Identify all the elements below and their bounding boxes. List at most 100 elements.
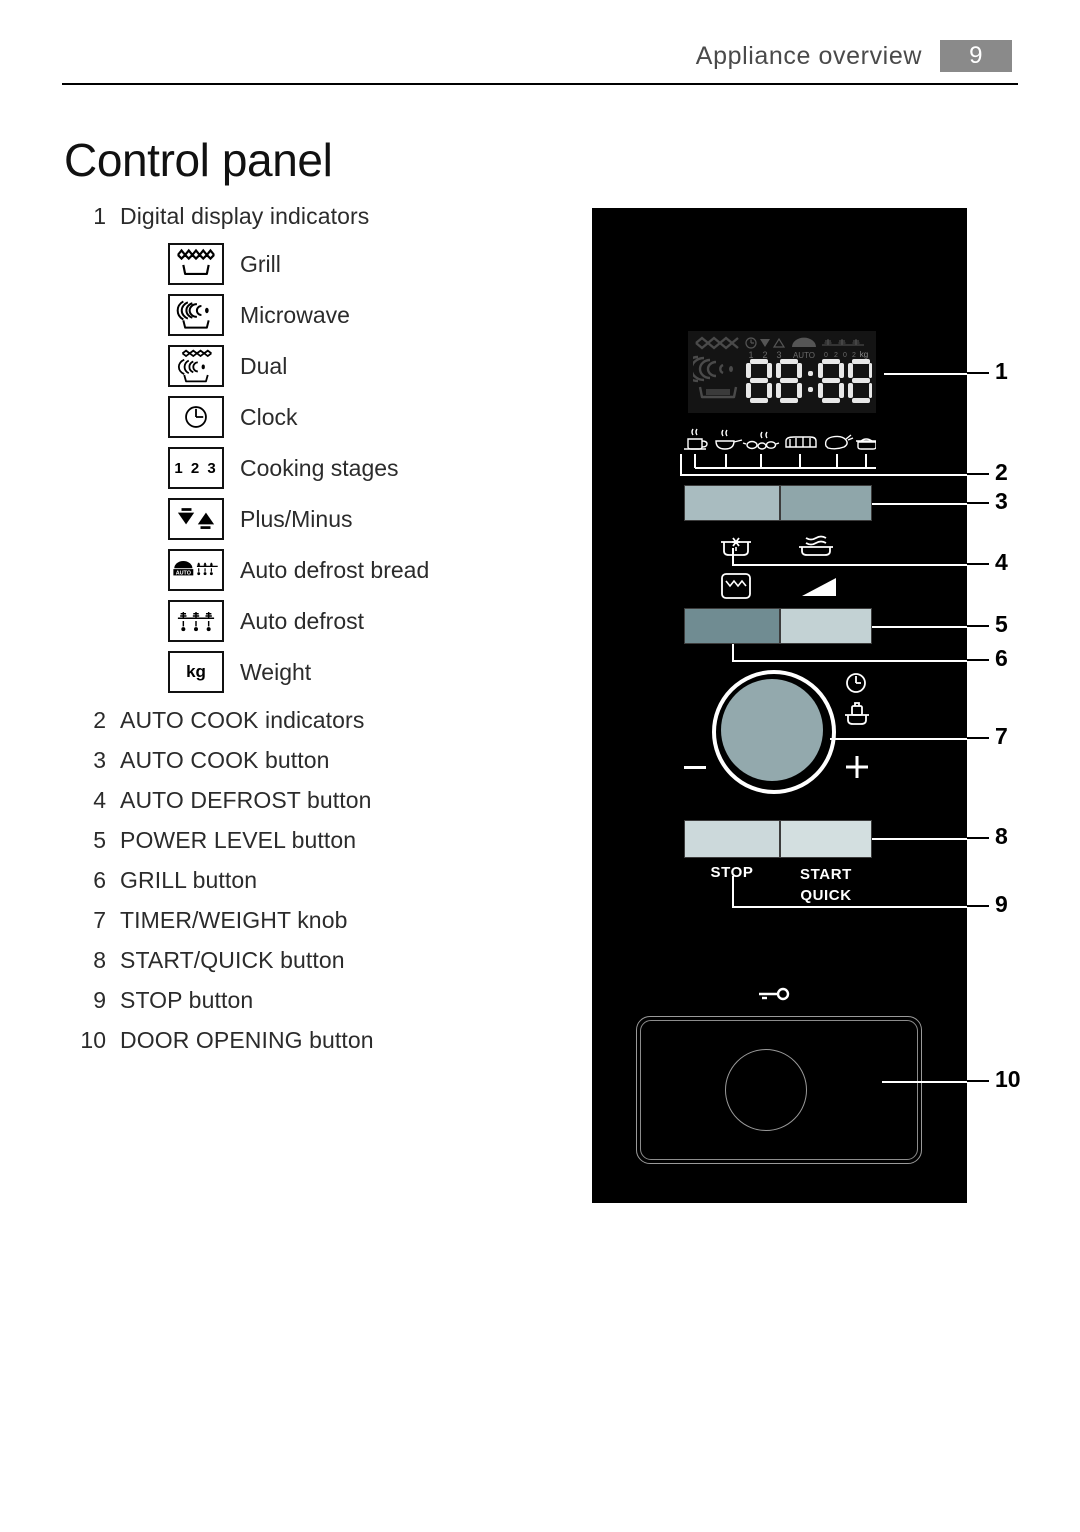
- header-divider: [62, 83, 1018, 85]
- list-item-label: AUTO COOK button: [120, 747, 330, 773]
- callout-leader-5: [872, 626, 967, 628]
- callout-number-10: 10: [995, 1066, 1021, 1092]
- list-item-label: Digital display indicators: [120, 203, 370, 229]
- list-item-label: AUTO DEFROST button: [120, 787, 372, 813]
- control-panel-illustration: 1 2 3 AUTO 0 2 0 2 kg STOP START QUICK: [592, 208, 967, 1203]
- callout-number-7: 7: [995, 723, 1008, 749]
- callout-number-4: 4: [995, 549, 1008, 575]
- digital-display: 1 2 3 AUTO 0 2 0 2 kg: [682, 331, 876, 413]
- callout-leader-2: [680, 474, 967, 476]
- cooking-stages-icon: 1 2 3: [168, 447, 224, 489]
- door-opening-button[interactable]: [636, 1016, 922, 1164]
- knob-face: [721, 679, 823, 781]
- list-item-number: 5: [93, 827, 106, 853]
- callout-number-1: 1: [995, 358, 1008, 384]
- header-title: Appliance overview: [695, 41, 922, 70]
- grill-icon: [168, 243, 224, 285]
- callout-vert-2: [680, 454, 682, 476]
- indicator-label: Grill: [240, 250, 281, 277]
- list-item: 1 Digital display indicators: [64, 203, 564, 230]
- svg-text:AUTO: AUTO: [176, 571, 191, 577]
- indicator-row-clock: Clock: [64, 396, 564, 438]
- callout-leader-10: [882, 1081, 967, 1083]
- weight-unit-text: kg: [186, 662, 206, 681]
- callout-leader-7: [830, 738, 967, 740]
- callout-stub-10: [967, 1080, 989, 1082]
- callout-leader-4: [732, 564, 967, 566]
- list-item-label: POWER LEVEL button: [120, 827, 357, 853]
- timer-weight-knob[interactable]: [712, 670, 836, 794]
- callout-number-9: 9: [995, 891, 1008, 917]
- weight-icon: kg: [168, 651, 224, 693]
- stop-button[interactable]: [684, 820, 780, 858]
- dual-icon: [168, 345, 224, 387]
- plus-minus-icon: [168, 498, 224, 540]
- list-item: 4 AUTO DEFROST button: [64, 787, 564, 814]
- minus-icon: [684, 766, 706, 769]
- indicator-label: Clock: [240, 403, 298, 430]
- indicator-row-grill: Grill: [64, 243, 564, 285]
- start-quick-button[interactable]: [780, 820, 872, 858]
- callout-vert-9: [732, 876, 734, 908]
- page-number-badge: 9: [940, 40, 1012, 72]
- power-level-button[interactable]: [780, 608, 872, 644]
- callout-stub-7: [967, 737, 989, 739]
- auto-cook-tick-marks: [680, 454, 876, 476]
- indicator-row-cooking-stages: 1 2 3 Cooking stages: [64, 447, 564, 489]
- indicator-label: Weight: [240, 658, 312, 685]
- auto-cook-button[interactable]: [684, 485, 780, 521]
- list-item-number: 9: [93, 987, 106, 1013]
- list-item: 9 STOP button: [64, 987, 564, 1014]
- button-row-icons-grill-power: [684, 570, 872, 602]
- list-item-number: 7: [93, 907, 106, 933]
- list-item: 5 POWER LEVEL button: [64, 827, 564, 854]
- indicator-row-auto-defrost: Auto defrost: [64, 600, 564, 642]
- auto-cook-indicators: [680, 426, 877, 452]
- list-item: 10 DOOR OPENING button: [64, 1027, 564, 1054]
- list-item-label: TIMER/WEIGHT knob: [120, 907, 348, 933]
- callout-stub-6: [967, 659, 989, 661]
- list-item-label: DOOR OPENING button: [120, 1027, 374, 1053]
- legend-list: 1 Digital display indicators Grill Micro…: [64, 203, 564, 1067]
- grill-button[interactable]: [684, 608, 780, 644]
- callout-stub-4: [967, 563, 989, 565]
- plus-icon: [844, 754, 870, 780]
- list-item: 3 AUTO COOK button: [64, 747, 564, 774]
- callout-stub-3: [967, 502, 989, 504]
- page-header: Appliance overview 9: [0, 0, 1080, 90]
- button-row-icons-defrost-microwave: [684, 530, 872, 560]
- callout-number-6: 6: [995, 645, 1008, 671]
- cooking-stages-text: 1 2 3: [174, 459, 218, 477]
- list-item-number: 3: [93, 747, 106, 773]
- door-button-circle: [725, 1049, 807, 1131]
- page-title: Control panel: [64, 134, 333, 186]
- indicator-label: Auto defrost bread: [240, 556, 430, 583]
- indicator-row-microwave: Microwave: [64, 294, 564, 336]
- auto-defrost-icon: [168, 600, 224, 642]
- callout-leader-3: [872, 503, 967, 505]
- callout-number-3: 3: [995, 488, 1008, 514]
- microwave-icon: [168, 294, 224, 336]
- list-item-number: 2: [93, 707, 106, 733]
- callout-number-2: 2: [995, 459, 1008, 485]
- auto-defrost-bread-icon: AUTO: [168, 549, 224, 591]
- callout-leader-9: [732, 906, 967, 908]
- list-item: 7 TIMER/WEIGHT knob: [64, 907, 564, 934]
- list-item-number: 6: [93, 867, 106, 893]
- callout-leader-6: [732, 660, 967, 662]
- list-item-label: GRILL button: [120, 867, 258, 893]
- start-label: START: [800, 866, 852, 883]
- callout-stub-2: [967, 473, 989, 475]
- list-item-number: 8: [93, 947, 106, 973]
- auto-defrost-button[interactable]: [780, 485, 872, 521]
- list-item-number: 1: [93, 203, 106, 229]
- callout-leader-8: [872, 838, 967, 840]
- list-item-label: START/QUICK button: [120, 947, 345, 973]
- list-item-label: AUTO COOK indicators: [120, 707, 365, 733]
- list-item-number: 10: [80, 1027, 106, 1053]
- list-item: 6 GRILL button: [64, 867, 564, 894]
- indicator-row-dual: Dual: [64, 345, 564, 387]
- list-item-number: 4: [93, 787, 106, 813]
- display-digits: [744, 357, 872, 405]
- callout-number-8: 8: [995, 823, 1008, 849]
